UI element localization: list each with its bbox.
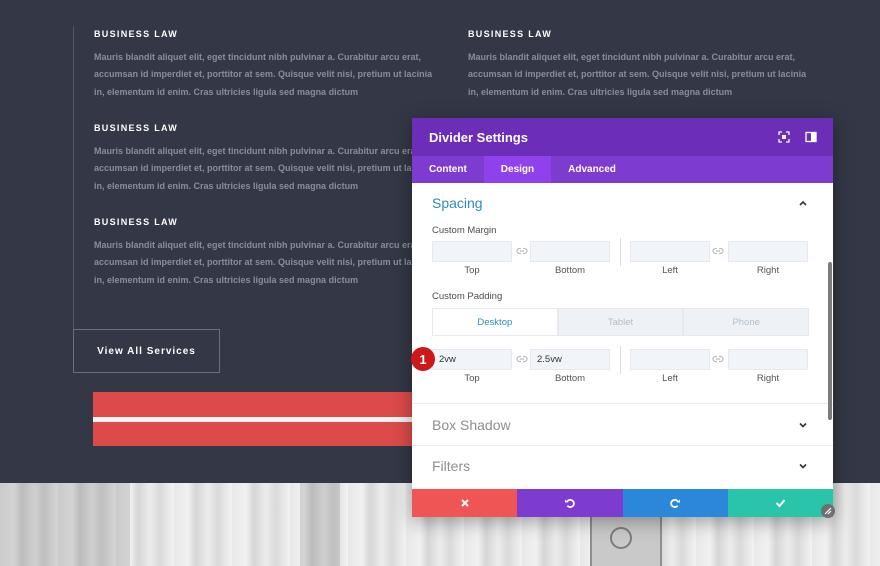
custom-padding-label: Custom Padding (432, 291, 503, 302)
service-description: Mauris blandit aliquet elit, eget tincid… (94, 52, 433, 97)
door-knocker (610, 527, 632, 549)
section-separator (412, 403, 833, 404)
divider-settings-modal: Divider Settings Content Design Advanced… (412, 118, 833, 517)
save-button[interactable] (727, 489, 833, 517)
tab-design[interactable]: Design (483, 156, 552, 183)
modal-tabs: Content Design Advanced (412, 156, 833, 183)
tab-content[interactable]: Content (412, 156, 484, 183)
link-icon[interactable] (515, 244, 529, 258)
service-description: Mauris blandit aliquet elit, eget tincid… (468, 52, 807, 97)
service-description: Mauris blandit aliquet elit, eget tincid… (94, 146, 433, 191)
redo-icon (670, 499, 681, 508)
box-shadow-section-title[interactable]: Box Shadow (432, 417, 511, 433)
service-title: BUSINESS LAW (94, 217, 179, 227)
padding-top-caption: Top (464, 373, 480, 384)
vertical-divider-line (73, 26, 74, 373)
check-icon (775, 499, 786, 508)
field-divider (620, 346, 621, 374)
section-separator (412, 445, 833, 446)
tab-advanced[interactable]: Advanced (551, 156, 633, 183)
redo-button[interactable] (622, 489, 728, 517)
close-icon (460, 499, 469, 507)
margin-left-caption: Left (662, 265, 678, 276)
padding-left-caption: Left (662, 373, 678, 384)
service-title: BUSINESS LAW (468, 29, 553, 39)
padding-right-input[interactable] (728, 349, 808, 370)
margin-top-caption: Top (464, 265, 480, 276)
service-title: BUSINESS LAW (94, 29, 179, 39)
chevron-down-icon[interactable] (798, 461, 808, 471)
device-tab-desktop[interactable]: Desktop (432, 308, 558, 336)
device-tab-phone[interactable]: Phone (683, 308, 810, 336)
link-icon[interactable] (515, 352, 529, 366)
link-icon[interactable] (711, 244, 725, 258)
divider-bar-bottom (93, 422, 423, 446)
device-tabs: Desktop Tablet Phone (432, 308, 810, 336)
undo-button[interactable] (517, 489, 623, 517)
custom-margin-label: Custom Margin (432, 225, 497, 236)
margin-right-input[interactable] (728, 241, 808, 262)
field-divider (620, 238, 621, 266)
resize-handle-icon[interactable] (821, 504, 835, 518)
padding-left-input[interactable] (630, 349, 710, 370)
link-icon[interactable] (711, 352, 725, 366)
margin-right-caption: Right (756, 265, 780, 276)
service-item: BUSINESS LAW Mauris blandit aliquet elit… (468, 29, 808, 101)
padding-bottom-input[interactable] (530, 349, 610, 370)
padding-right-caption: Right (756, 373, 780, 384)
modal-header: Divider Settings (412, 118, 833, 156)
margin-left-input[interactable] (630, 241, 710, 262)
margin-bottom-caption: Bottom (554, 265, 586, 276)
service-title: BUSINESS LAW (94, 123, 179, 133)
fullscreen-icon[interactable] (777, 130, 791, 144)
service-description: Mauris blandit aliquet elit, eget tincid… (94, 240, 433, 285)
view-all-services-button[interactable]: View All Services (73, 329, 220, 373)
chevron-up-icon[interactable] (798, 198, 808, 208)
padding-top-input[interactable] (432, 349, 512, 370)
cancel-button[interactable] (412, 489, 518, 517)
padding-bottom-caption: Bottom (554, 373, 586, 384)
service-item: BUSINESS LAW Mauris blandit aliquet elit… (94, 217, 434, 289)
chevron-down-icon[interactable] (798, 420, 808, 430)
divider-bar-top (93, 392, 423, 417)
sidebar-toggle-icon[interactable] (804, 130, 818, 144)
margin-top-input[interactable] (432, 241, 512, 262)
service-item: BUSINESS LAW Mauris blandit aliquet elit… (94, 123, 434, 195)
modal-title: Divider Settings (429, 129, 528, 145)
margin-bottom-input[interactable] (530, 241, 610, 262)
service-item: BUSINESS LAW Mauris blandit aliquet elit… (94, 29, 434, 101)
annotation-badge: 1 (411, 347, 435, 371)
spacing-section-title[interactable]: Spacing (432, 195, 483, 211)
undo-icon (564, 499, 575, 508)
device-tab-tablet[interactable]: Tablet (557, 308, 684, 336)
modal-scrollbar[interactable] (828, 262, 832, 420)
filters-section-title[interactable]: Filters (432, 458, 470, 474)
modal-footer (412, 489, 833, 517)
modal-body: Spacing Custom Margin Top Bottom Left Ri… (412, 183, 833, 489)
